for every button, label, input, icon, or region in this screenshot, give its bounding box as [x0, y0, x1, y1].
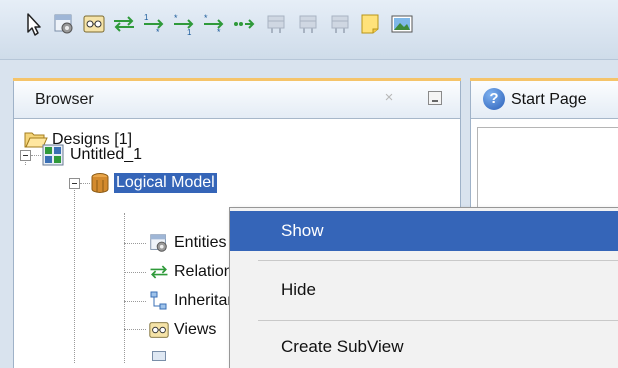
- tree-connector: [31, 155, 41, 156]
- tree-item-label: Logical Model: [114, 173, 217, 193]
- tree-item-logical-model[interactable]: Logical Model: [90, 170, 217, 196]
- svg-text:*: *: [217, 27, 221, 36]
- svg-text:1: 1: [187, 28, 192, 36]
- help-icon: ?: [483, 88, 505, 110]
- new-relation-n-m-icon[interactable]: * *: [200, 10, 228, 38]
- menu-item-create-subview[interactable]: Create SubView: [230, 327, 618, 367]
- toolbar: 1 * * 1 * *: [0, 0, 618, 60]
- menu-item-label: Create SubView: [281, 337, 404, 356]
- tree-connector: [124, 243, 146, 244]
- table-disabled-2-icon[interactable]: [294, 10, 322, 38]
- browser-panel-title: Browser: [35, 91, 94, 108]
- picture-icon[interactable]: [388, 10, 416, 38]
- menu-item-hide[interactable]: Hide: [230, 270, 618, 310]
- table-disabled-icon[interactable]: [262, 10, 290, 38]
- tree-connector: [74, 183, 75, 363]
- tree-item-relations[interactable]: Relations: [148, 259, 241, 285]
- tree-item-label: Untitled_1: [70, 146, 143, 163]
- menu-item-label: Show: [281, 221, 324, 240]
- tree-item-entities[interactable]: Entities: [148, 230, 226, 256]
- context-menu: Show Hide Create SubView: [229, 207, 618, 368]
- browser-panel-header: Browser ×: [13, 78, 461, 119]
- new-relation-1-1-icon[interactable]: [110, 10, 138, 38]
- relation-icon: [150, 265, 168, 279]
- entity-icon: [150, 234, 167, 252]
- menu-separator: [258, 260, 618, 261]
- minimize-icon[interactable]: [428, 91, 442, 105]
- design-icon: [42, 144, 64, 166]
- collapse-icon[interactable]: [20, 150, 31, 161]
- tree-item-views[interactable]: Views: [148, 317, 216, 343]
- new-entity-icon[interactable]: [50, 10, 78, 38]
- svg-text:*: *: [174, 13, 178, 23]
- new-view-icon[interactable]: [80, 10, 108, 38]
- tree-item-partial-icon: [152, 351, 166, 361]
- tree-item-design[interactable]: Untitled_1: [42, 142, 142, 168]
- tree-item-label: Entities: [174, 234, 227, 251]
- tree-connector: [80, 183, 90, 184]
- tree-connector: [124, 272, 146, 273]
- close-icon[interactable]: ×: [380, 89, 398, 107]
- start-page-tab-label: Start Page: [511, 91, 587, 108]
- svg-text:*: *: [204, 13, 208, 23]
- inheritance-icon: [150, 291, 167, 310]
- svg-text:1: 1: [144, 13, 149, 22]
- tree-connector: [124, 213, 125, 363]
- new-arc-icon[interactable]: [230, 10, 258, 38]
- logical-model-icon: [91, 173, 109, 193]
- view-icon: [149, 322, 169, 338]
- menu-separator: [258, 320, 618, 321]
- start-page-tab[interactable]: ? Start Page: [470, 78, 618, 119]
- menu-item-label: Hide: [281, 280, 316, 299]
- menu-item-show[interactable]: Show: [230, 211, 618, 251]
- new-relation-n-1-icon[interactable]: * 1: [170, 10, 198, 38]
- collapse-icon[interactable]: [69, 178, 80, 189]
- new-relation-1-n-icon[interactable]: 1 *: [140, 10, 168, 38]
- tree-item-label: Views: [174, 321, 217, 338]
- svg-text:*: *: [156, 27, 160, 36]
- table-disabled-3-icon[interactable]: [326, 10, 354, 38]
- note-icon[interactable]: [356, 10, 384, 38]
- tree-connector: [124, 329, 146, 330]
- tree-connector: [124, 301, 146, 302]
- select-pointer-icon[interactable]: [20, 10, 48, 38]
